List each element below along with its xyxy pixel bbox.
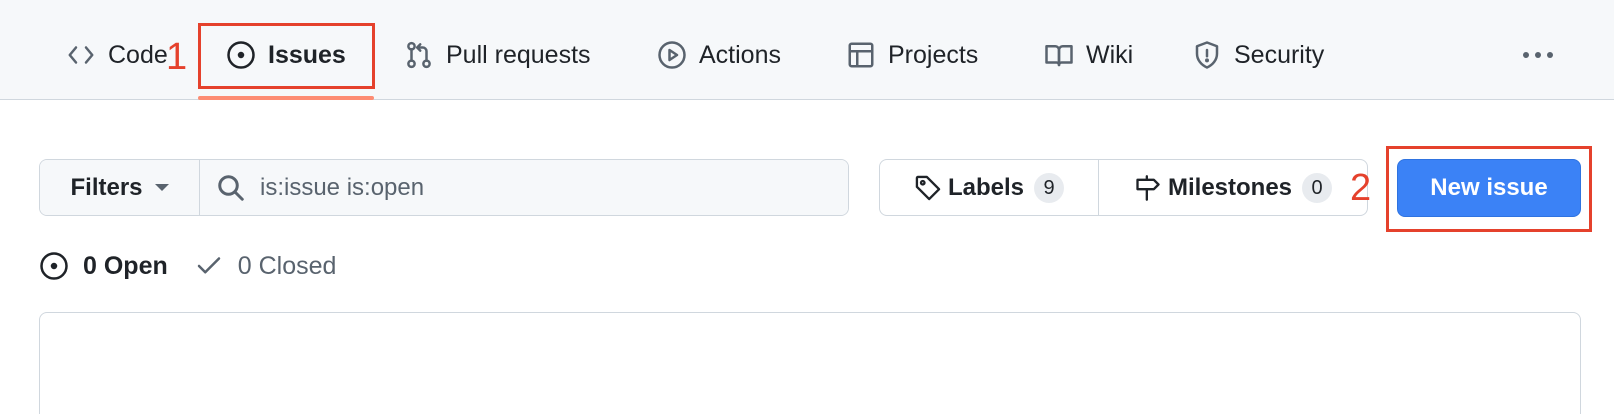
kebab-horizontal-icon: [1523, 52, 1553, 58]
open-issues-label: 0 Open: [83, 251, 168, 280]
filters-button[interactable]: Filters: [40, 160, 200, 215]
tab-projects[interactable]: Projects: [846, 30, 978, 80]
labels-button[interactable]: Labels 9: [880, 160, 1099, 215]
tab-pull-requests-label: Pull requests: [446, 40, 591, 69]
tab-actions-label: Actions: [699, 40, 781, 69]
closed-issues-tab[interactable]: 0 Closed: [194, 251, 337, 281]
milestones-count: 0: [1302, 172, 1333, 203]
code-icon: [68, 46, 94, 64]
search-icon: [218, 174, 244, 201]
milestone-icon: [1136, 174, 1160, 201]
table-icon: [848, 42, 874, 68]
tab-wiki-label: Wiki: [1086, 40, 1134, 69]
labels-count: 9: [1034, 172, 1065, 203]
annotation-number-1: 1: [166, 36, 188, 78]
milestones-label: Milestones: [1167, 173, 1293, 201]
annotation-box-issues: [198, 23, 375, 89]
annotation-number-2: 2: [1350, 167, 1372, 209]
new-issue-button[interactable]: New issue: [1397, 159, 1581, 217]
tab-actions[interactable]: Actions: [657, 30, 781, 80]
check-icon: [197, 257, 220, 274]
tag-icon: [915, 175, 941, 200]
more-tabs-button[interactable]: [1518, 35, 1558, 75]
tab-wiki[interactable]: Wiki: [1044, 30, 1133, 80]
tab-security-label: Security: [1234, 40, 1325, 69]
search-box[interactable]: [200, 160, 848, 215]
tab-security[interactable]: Security: [1192, 30, 1324, 80]
book-icon: [1045, 45, 1073, 67]
issue-list: [39, 312, 1581, 414]
labels-label: Labels: [947, 173, 1025, 201]
tab-pull-requests[interactable]: Pull requests: [404, 30, 591, 80]
active-tab-underline: [198, 96, 374, 100]
open-issues-tab[interactable]: 0 Open: [39, 251, 168, 281]
filters-bar: Filters: [39, 159, 849, 216]
issue-opened-icon: [40, 252, 68, 280]
chevron-down-icon: [154, 184, 169, 191]
labels-milestones-group: Labels 9 Milestones 0: [879, 159, 1368, 216]
tab-code-label: Code: [108, 40, 168, 69]
shield-icon: [1195, 41, 1219, 69]
tab-projects-label: Projects: [888, 40, 979, 69]
git-pull-request-icon: [407, 41, 431, 69]
closed-issues-label: 0 Closed: [237, 251, 337, 280]
milestones-button[interactable]: Milestones 0: [1099, 160, 1367, 215]
search-input[interactable]: [260, 173, 780, 202]
issue-state-tabs: 0 Open 0 Closed: [39, 248, 336, 284]
play-icon: [658, 41, 686, 69]
tab-code[interactable]: Code: [66, 30, 168, 80]
filters-label: Filters: [70, 173, 143, 201]
